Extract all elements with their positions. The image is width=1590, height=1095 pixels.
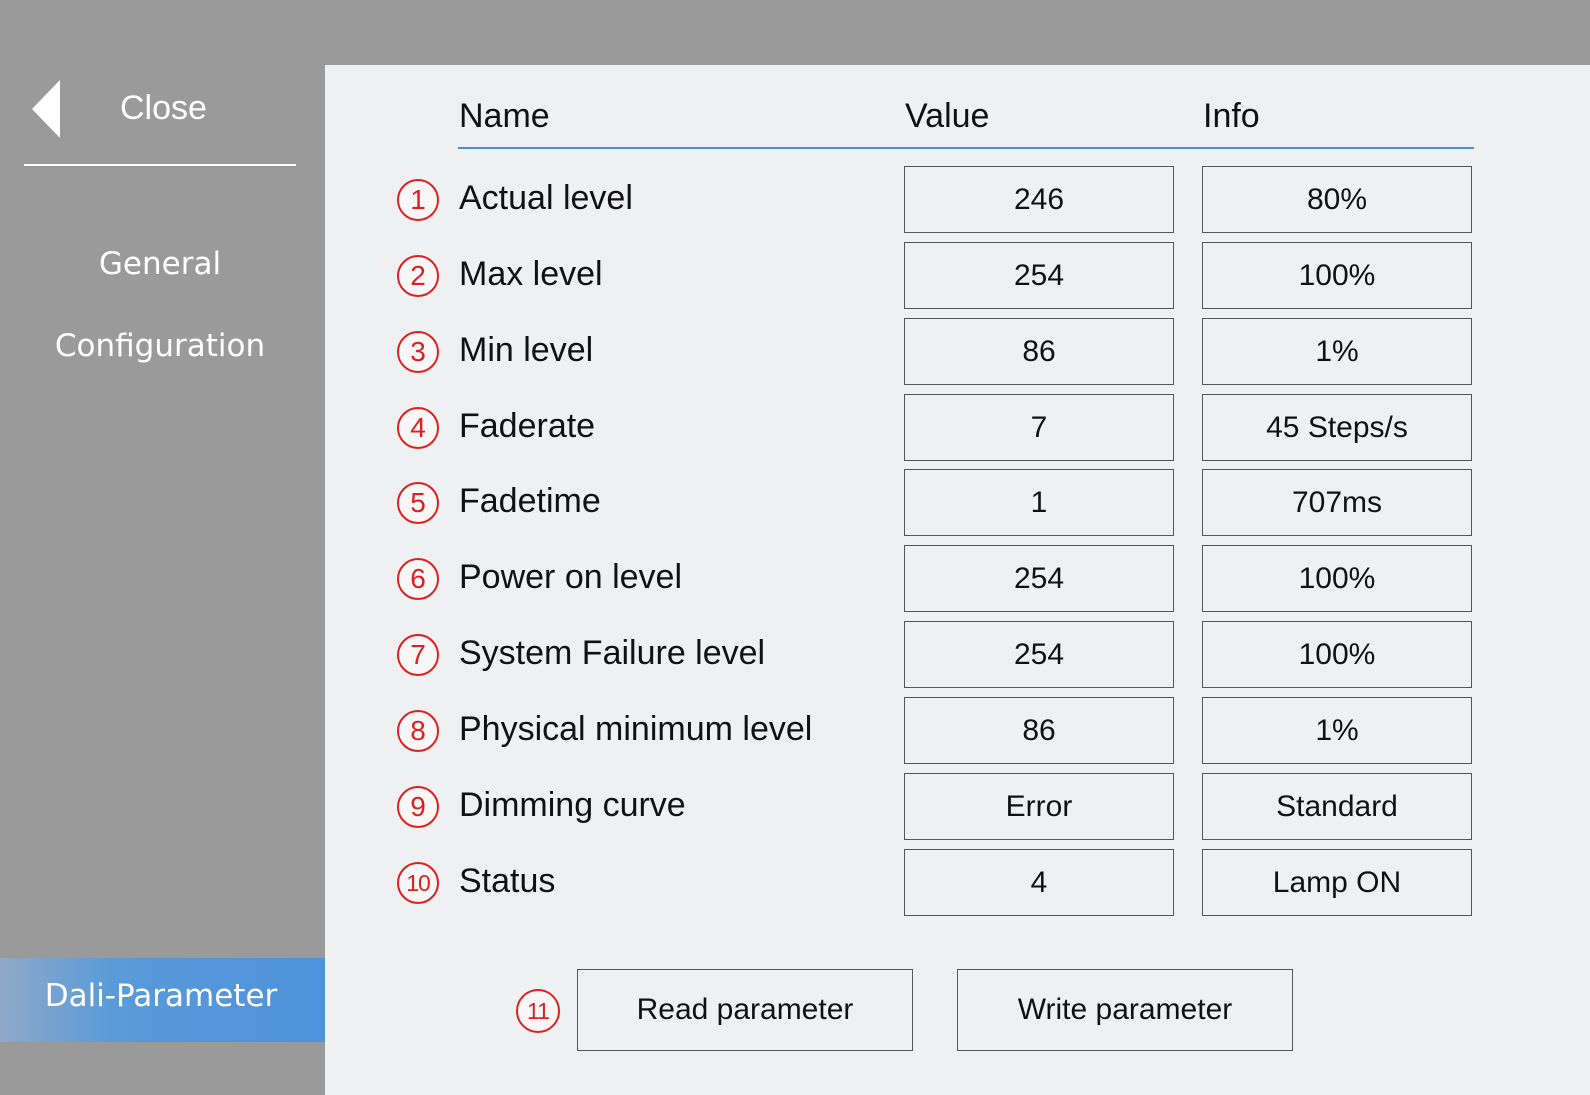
param-info: 100% [1202,545,1472,612]
param-name: Min level [459,331,594,369]
annotation-badge: 8 [397,710,439,752]
table-row: 3 Min level 86 1% [325,318,1590,388]
sidebar-divider [24,164,296,166]
annotation-badge: 1 [397,179,439,221]
param-value[interactable]: 254 [904,242,1174,309]
table-row: 9 Dimming curve Error Standard [325,773,1590,843]
annotation-badge: 4 [397,407,439,449]
annotation-badge: 6 [397,558,439,600]
annotation-badge: 5 [397,482,439,524]
param-name: Faderate [459,407,596,445]
param-name: Fadetime [459,482,601,520]
sidebar-item-general[interactable]: General [0,246,320,282]
table-row: 1 Actual level 246 80% [325,166,1590,236]
annotation-badge: 10 [397,862,439,904]
param-value[interactable]: 246 [904,166,1174,233]
param-name: Status [459,862,556,900]
param-info: 45 Steps/s [1202,394,1472,461]
header-divider [458,147,1474,149]
table-row: 6 Power on level 254 100% [325,545,1590,615]
annotation-badge: 11 [516,989,560,1033]
column-header-name: Name [459,97,550,135]
param-name: Actual level [459,179,633,217]
param-value[interactable]: 86 [904,318,1174,385]
param-value[interactable]: 254 [904,621,1174,688]
column-header-value: Value [905,97,990,135]
read-parameter-button[interactable]: Read parameter [577,969,913,1051]
write-parameter-button[interactable]: Write parameter [957,969,1293,1051]
table-row: 5 Fadetime 1 707ms [325,469,1590,539]
param-value[interactable]: Error [904,773,1174,840]
column-header-info: Info [1203,97,1260,135]
annotation-badge: 7 [397,634,439,676]
param-name: Max level [459,255,603,293]
param-name: Power on level [459,558,683,596]
param-info: 1% [1202,318,1472,385]
sidebar: Close General Configuration Dali-Paramet… [0,0,378,1095]
sidebar-item-configuration[interactable]: Configuration [0,328,320,364]
param-info: Standard [1202,773,1472,840]
param-value[interactable]: 4 [904,849,1174,916]
param-info: 100% [1202,621,1472,688]
param-info: 100% [1202,242,1472,309]
table-row: 8 Physical minimum level 86 1% [325,697,1590,767]
param-info: 80% [1202,166,1472,233]
param-info: Lamp ON [1202,849,1472,916]
param-value[interactable]: 254 [904,545,1174,612]
table-row: 4 Faderate 7 45 Steps/s [325,394,1590,464]
close-button[interactable]: Close [24,78,296,142]
param-name: System Failure level [459,634,766,672]
table-row: 2 Max level 254 100% [325,242,1590,312]
param-value[interactable]: 86 [904,697,1174,764]
param-name: Physical minimum level [459,710,813,748]
parameter-panel: Name Value Info 1 Actual level 246 80% 2… [325,65,1590,1095]
back-arrow-icon [32,80,60,138]
param-info: 707ms [1202,469,1472,536]
param-name: Dimming curve [459,786,686,824]
annotation-badge: 3 [397,331,439,373]
sidebar-item-label: Dali-Parameter [44,978,278,1014]
param-info: 1% [1202,697,1472,764]
close-label: Close [120,89,207,127]
table-row: 10 Status 4 Lamp ON [325,849,1590,919]
annotation-badge: 2 [397,255,439,297]
annotation-badge: 9 [397,786,439,828]
param-value[interactable]: 7 [904,394,1174,461]
sidebar-item-dali-parameter[interactable]: Dali-Parameter [0,958,378,1042]
param-value[interactable]: 1 [904,469,1174,536]
table-row: 7 System Failure level 254 100% [325,621,1590,691]
